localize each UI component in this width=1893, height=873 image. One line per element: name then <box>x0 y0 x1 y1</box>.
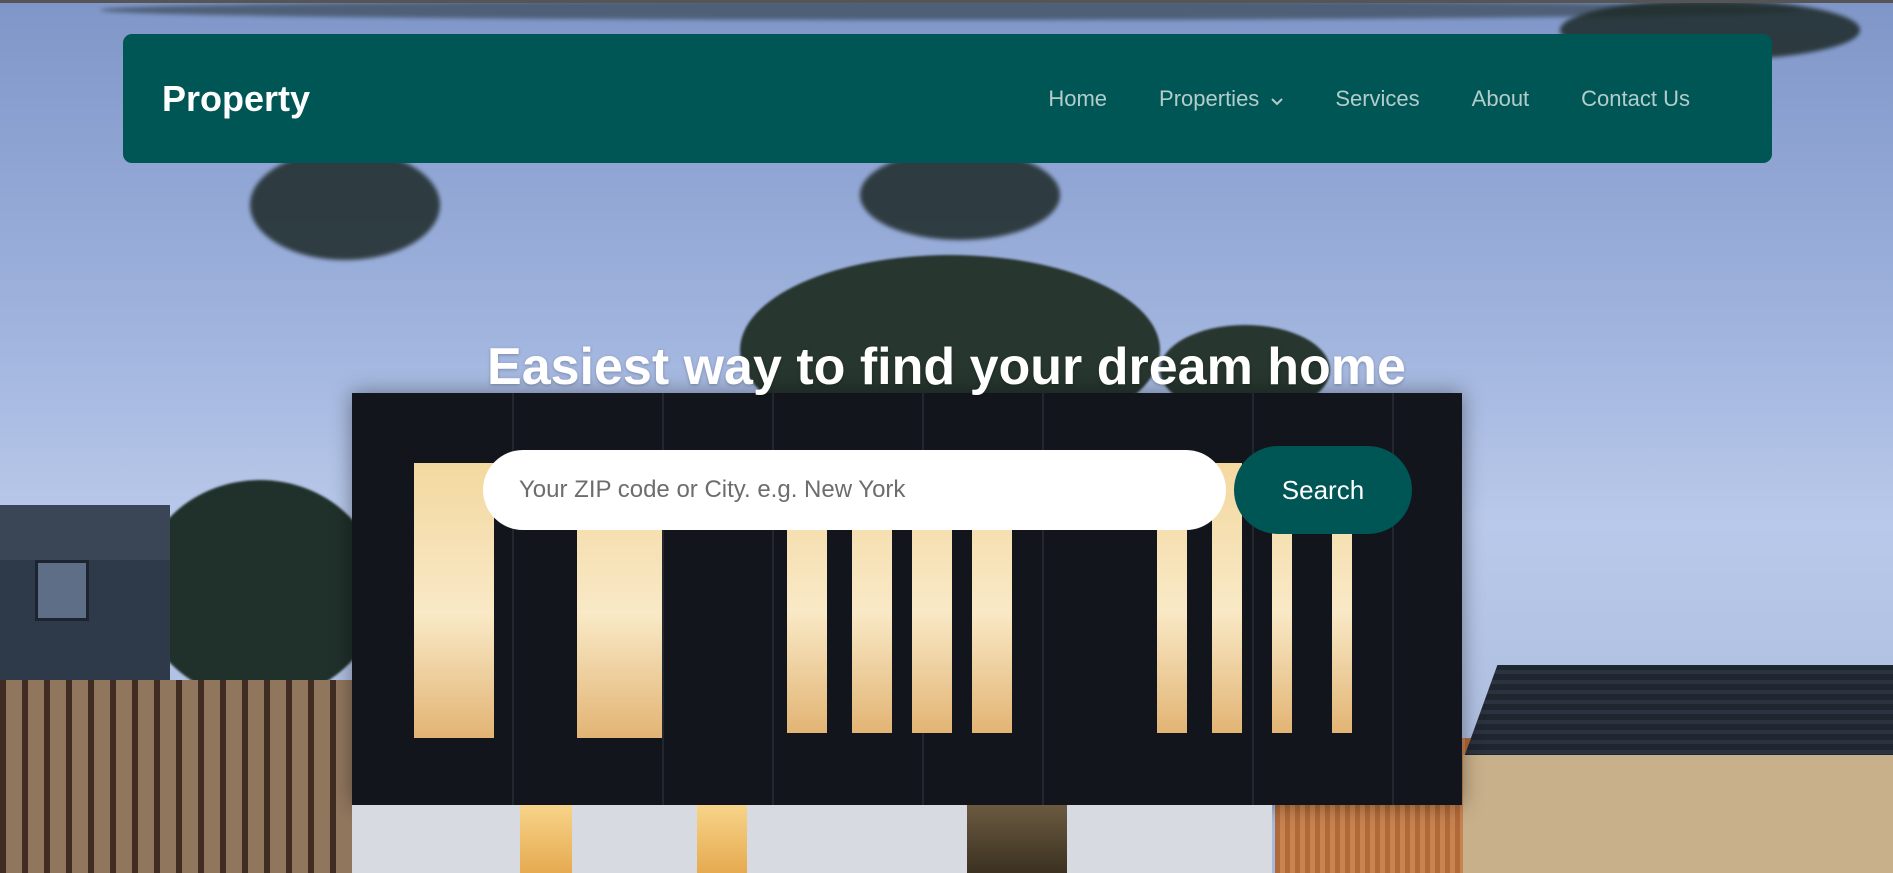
nav-services-link[interactable]: Services <box>1335 86 1419 112</box>
left-tree <box>140 480 380 700</box>
tree-foliage <box>860 150 1060 240</box>
right-house-roof <box>1463 665 1893 760</box>
chevron-down-icon <box>1271 86 1284 112</box>
left-fence <box>0 680 355 873</box>
tree-foliage <box>250 150 440 260</box>
left-house-roof <box>0 505 170 560</box>
nav-properties-label: Properties <box>1159 85 1260 111</box>
search-button[interactable]: Search <box>1234 446 1412 534</box>
nav-home-link[interactable]: Home <box>1048 86 1107 112</box>
search-input[interactable] <box>483 450 1226 530</box>
window-top-border <box>0 0 1893 3</box>
tree-foliage <box>100 0 1800 20</box>
hero-section: Property Home Properties Services About … <box>0 0 1893 873</box>
nav-contact-link[interactable]: Contact Us <box>1581 86 1690 112</box>
hero-title: Easiest way to find your dream home <box>487 338 1406 396</box>
nav-menu: Home Properties Services About Contact U… <box>1048 34 1690 163</box>
nav-properties-dropdown[interactable]: Properties <box>1159 85 1284 112</box>
search-form: Search <box>483 446 1412 534</box>
right-house-wall <box>1463 755 1893 873</box>
left-house-window <box>35 560 89 621</box>
ground-floor <box>352 805 1272 873</box>
lit-window <box>414 463 494 738</box>
nav-about-link[interactable]: About <box>1472 86 1530 112</box>
brand-logo[interactable]: Property <box>162 34 310 163</box>
navbar: Property Home Properties Services About … <box>123 34 1772 163</box>
